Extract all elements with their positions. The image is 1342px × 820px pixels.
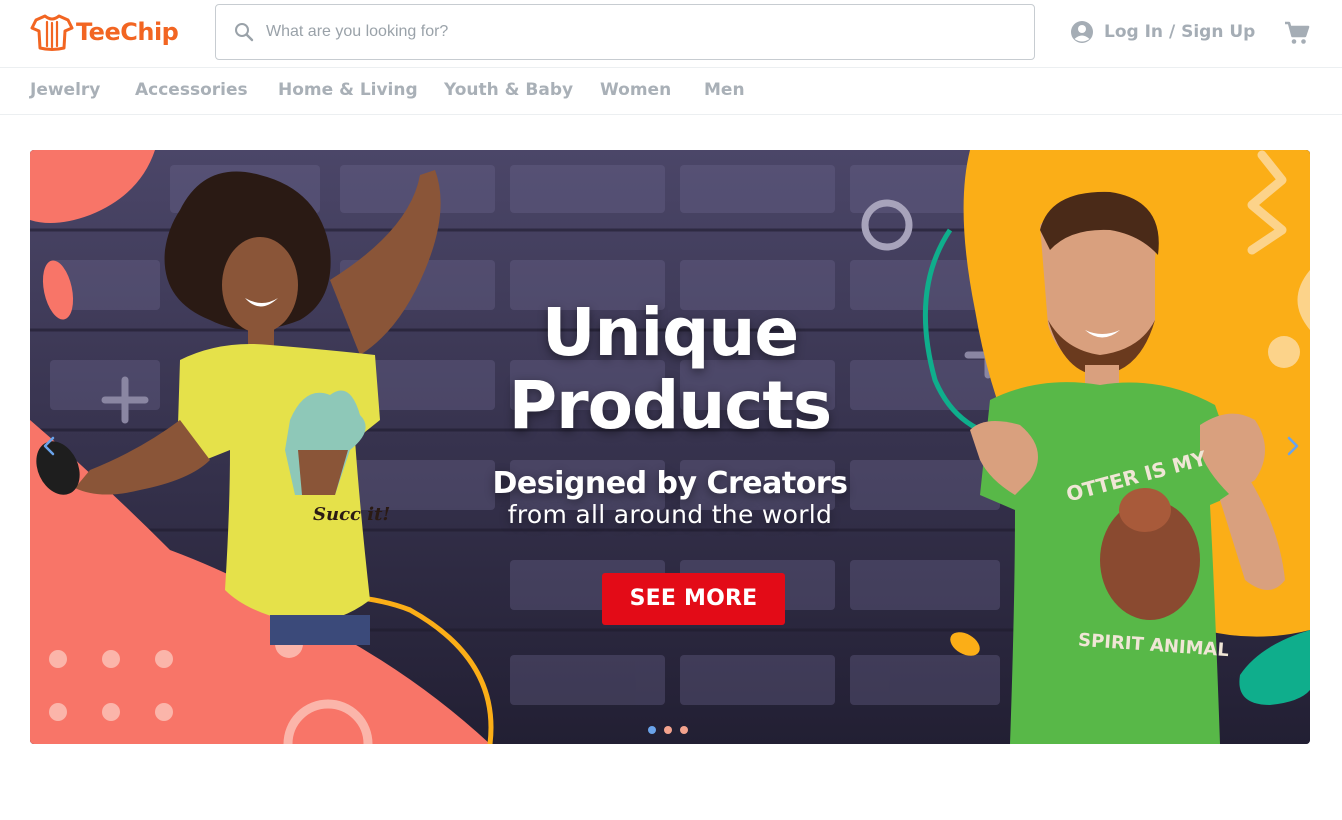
- carousel-prev-button[interactable]: [36, 430, 62, 462]
- banner-artwork: Succ it! OTTER IS MY SPIRIT ANIMAL: [30, 150, 1310, 744]
- nav-item-youth-baby[interactable]: Youth & Baby: [444, 80, 573, 100]
- carousel-dot-1[interactable]: [648, 726, 656, 734]
- search-icon: [232, 20, 256, 44]
- site-header: TeeChip Log In / Sign Up: [0, 0, 1342, 68]
- brand-name: TeeChip: [76, 18, 179, 46]
- nav-item-women[interactable]: Women: [600, 80, 671, 100]
- carousel-dot-2[interactable]: [664, 726, 672, 734]
- banner-title-line1: Unique: [541, 294, 799, 371]
- banner-subtitle-line1: Designed by Creators: [492, 466, 848, 501]
- login-signup-link[interactable]: Log In / Sign Up: [1070, 18, 1255, 46]
- category-nav: Jewelry Accessories Home & Living Youth …: [0, 68, 1342, 115]
- teechip-logo[interactable]: TeeChip: [30, 12, 179, 52]
- carousel-dot-3[interactable]: [680, 726, 688, 734]
- nav-item-home-living[interactable]: Home & Living: [278, 80, 418, 100]
- nav-item-men[interactable]: Men: [704, 80, 745, 100]
- nav-item-jewelry[interactable]: Jewelry: [30, 80, 100, 100]
- search-input[interactable]: [266, 5, 1034, 59]
- login-signup-label: Log In / Sign Up: [1104, 22, 1256, 42]
- tshirt-logo-icon: [30, 14, 74, 51]
- banner-subtitle-line2: from all around the world: [507, 500, 833, 529]
- user-circle-icon: [1071, 21, 1093, 43]
- chevron-right-icon: [1287, 436, 1299, 456]
- carousel-next-button[interactable]: [1280, 430, 1306, 462]
- carousel-dots: [648, 726, 688, 736]
- nav-item-accessories[interactable]: Accessories: [135, 80, 248, 100]
- shopping-cart-icon[interactable]: [1283, 19, 1311, 47]
- hero-banner[interactable]: Succ it! OTTER IS MY SPIRIT ANIMAL Uniqu…: [30, 150, 1310, 744]
- chevron-left-icon: [43, 436, 55, 456]
- see-more-button[interactable]: SEE MORE: [602, 573, 785, 625]
- search-bar[interactable]: [215, 4, 1035, 60]
- banner-title-line2: Products: [508, 367, 832, 444]
